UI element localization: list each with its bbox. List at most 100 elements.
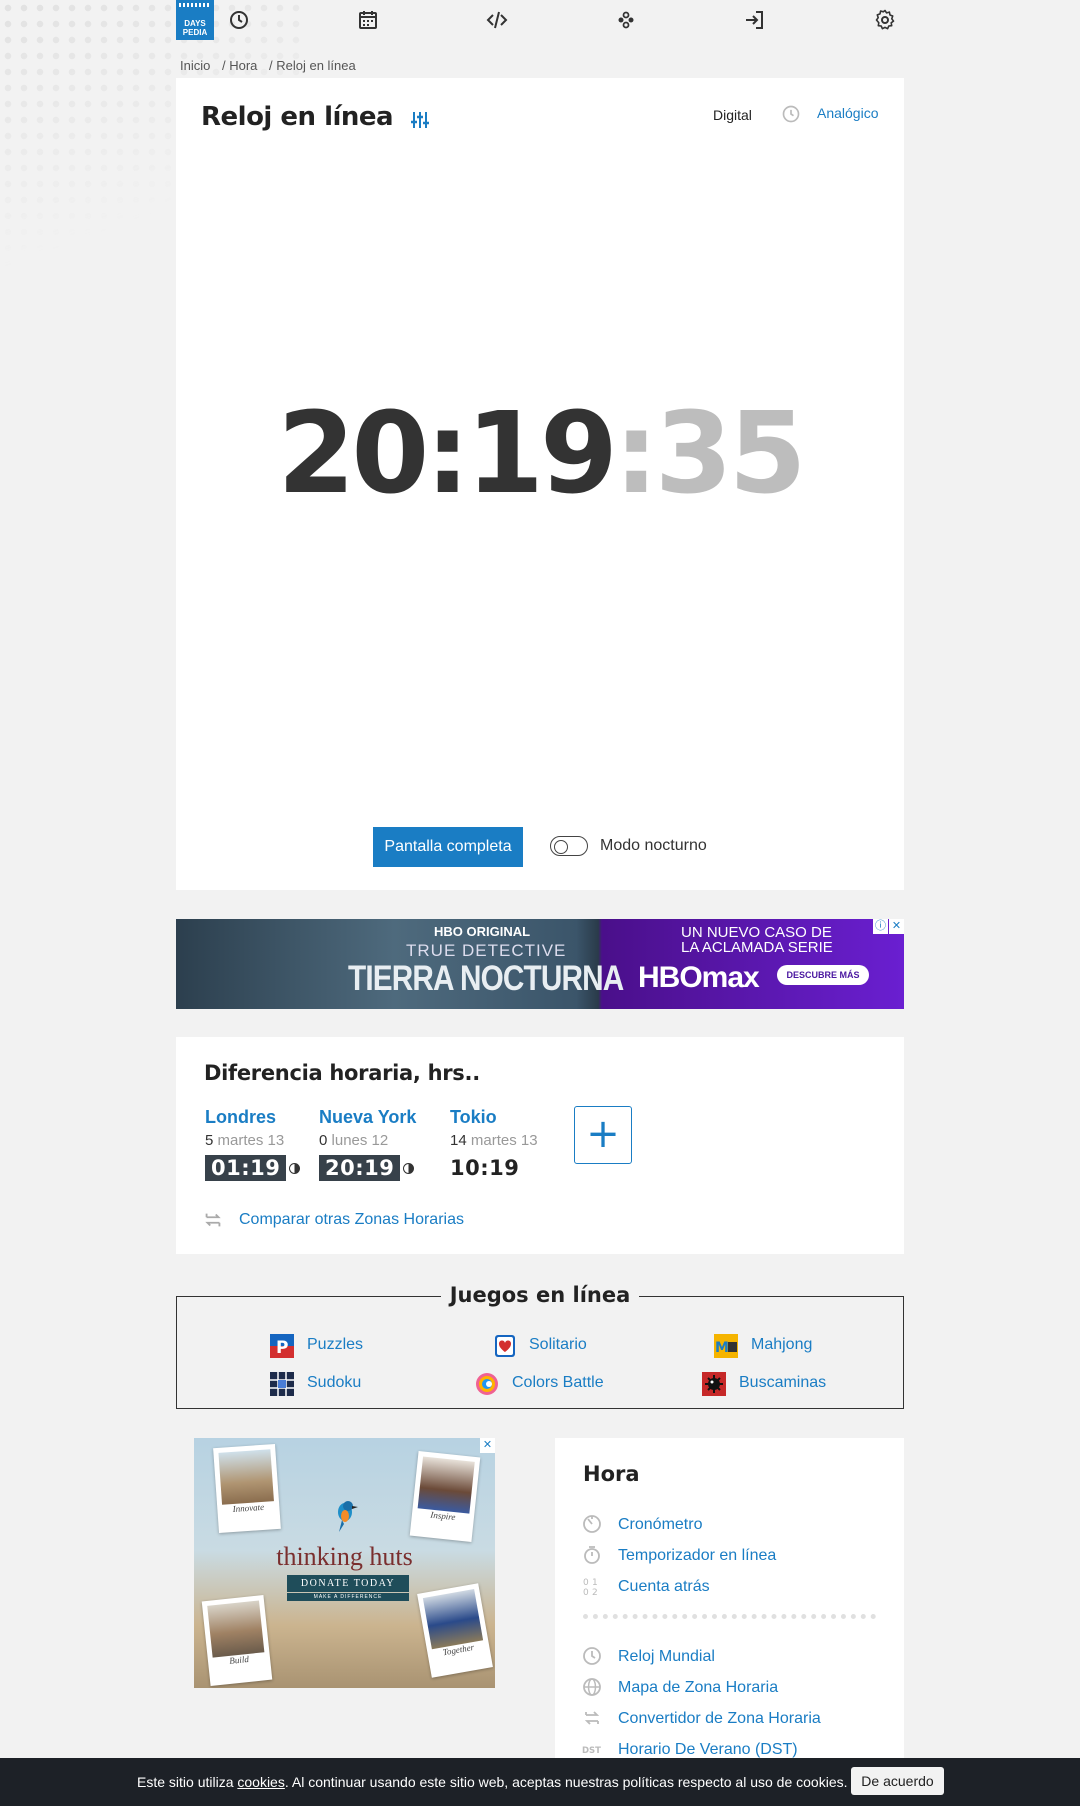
ad-thinking-huts[interactable]: Innovate Inspire Build Together thinking… xyxy=(194,1438,495,1688)
games-icon[interactable] xyxy=(614,8,638,32)
ad-show-line2: TIERRA NOCTURNA xyxy=(348,959,624,998)
game-mahjong-link[interactable]: Mahjong xyxy=(751,1336,812,1354)
time-seconds: :35 xyxy=(613,389,807,519)
ad-tagline: MAKE A DIFFERENCE xyxy=(287,1593,409,1601)
game-solitaire-link[interactable]: Solitario xyxy=(529,1336,587,1354)
game-sudoku-link[interactable]: Sudoku xyxy=(307,1374,361,1392)
ad-photo-build: Build xyxy=(201,1594,273,1687)
online-games-box: Juegos en línea P Puzzles Solitario M Ma… xyxy=(176,1283,904,1409)
svg-text:1: 1 xyxy=(592,1578,598,1588)
login-icon[interactable] xyxy=(743,8,767,32)
svg-text:0: 0 xyxy=(583,1588,589,1596)
svg-text:2: 2 xyxy=(592,1588,598,1596)
cookie-banner: Este sitio utiliza cookies. Al continuar… xyxy=(0,1758,1080,1806)
ad-close-icon[interactable]: ✕ xyxy=(889,919,904,934)
city-tokyo: Tokio 14 martes 13 10:19 xyxy=(450,1107,538,1181)
puzzles-icon: P xyxy=(270,1334,294,1358)
ad-photo-inspire: Inspire xyxy=(409,1450,481,1543)
hora-links-card: Hora Cronómetro Temporizador en línea 01… xyxy=(555,1438,904,1768)
gear-icon[interactable] xyxy=(873,8,897,32)
city-time: 20:19 xyxy=(319,1155,401,1181)
city-new-york: Nueva York 0 lunes 12 20:19 xyxy=(319,1107,416,1181)
game-colors-battle-link[interactable]: Colors Battle xyxy=(512,1374,604,1392)
sidebar-item-mapa-zona[interactable]: Mapa de Zona Horaria xyxy=(618,1679,778,1697)
city-london: Londres 5 martes 13 01:19 xyxy=(205,1107,301,1181)
sidebar-item-cuenta-atras[interactable]: Cuenta atrás xyxy=(618,1578,710,1596)
settings-sliders-icon[interactable] xyxy=(408,108,432,132)
svg-text:DST: DST xyxy=(582,1746,601,1756)
city-offset-day: 14 martes 13 xyxy=(450,1132,538,1149)
city-time: 01:19 xyxy=(205,1155,287,1181)
sudoku-icon xyxy=(270,1372,294,1396)
ad-serie-text: UN NUEVO CASO DE LA ACLAMADA SERIE xyxy=(681,924,833,956)
city-name[interactable]: Londres xyxy=(205,1107,300,1128)
games-title: Juegos en línea xyxy=(440,1283,640,1307)
compare-timezones-link[interactable]: Comparar otras Zonas Horarias xyxy=(239,1211,464,1229)
ad-hbo-original: HBO ORIGINAL xyxy=(434,924,531,939)
ad-brand: thinking huts xyxy=(276,1542,413,1571)
kingfisher-bird-icon xyxy=(338,1501,358,1532)
cookie-message: Este sitio utiliza cookies. Al continuar… xyxy=(137,1774,848,1790)
ad-info-icon[interactable]: ⓘ xyxy=(873,919,888,934)
page-title: Reloj en línea xyxy=(201,102,394,132)
globe-icon xyxy=(583,1678,601,1696)
time-difference-card: Diferencia horaria, hrs.. Londres 5 mart… xyxy=(176,1037,904,1254)
online-clock-card: Reloj en línea Digital Analógico 20:19:3… xyxy=(176,78,904,890)
code-icon[interactable] xyxy=(485,8,509,32)
mode-analog-link[interactable]: Analógico xyxy=(817,105,879,121)
analog-clock-icon xyxy=(782,105,800,123)
time-difference-title: Diferencia horaria, hrs.. xyxy=(204,1061,480,1085)
fullscreen-button[interactable]: Pantalla completa xyxy=(373,827,523,867)
cookies-link[interactable]: cookies xyxy=(237,1774,284,1790)
calendar-icon[interactable] xyxy=(356,8,380,32)
ad-donate-button[interactable]: DONATE TODAY xyxy=(287,1575,409,1592)
accept-cookies-button[interactable]: De acuerdo xyxy=(851,1767,944,1795)
city-offset-day: 5 martes 13 xyxy=(205,1132,285,1149)
night-moon-icon xyxy=(289,1163,301,1174)
digital-time-display: 20:19:35 xyxy=(176,398,904,510)
ad-close-icon[interactable]: ✕ xyxy=(480,1438,495,1453)
sidebar-item-cronometro[interactable]: Cronómetro xyxy=(618,1516,702,1534)
top-navigation: DAYS PEDIA xyxy=(176,0,904,40)
sidebar-item-temporizador[interactable]: Temporizador en línea xyxy=(618,1547,776,1565)
clock-icon[interactable] xyxy=(227,8,251,32)
dst-icon: DST xyxy=(582,1746,601,1756)
minesweeper-icon xyxy=(702,1372,726,1396)
svg-text:0: 0 xyxy=(583,1578,589,1588)
breadcrumb: Inicio / Hora / Reloj en línea xyxy=(180,58,364,73)
ad-photo-innovate: Innovate xyxy=(213,1443,281,1534)
game-puzzles-link[interactable]: Puzzles xyxy=(307,1336,363,1354)
colors-battle-icon xyxy=(476,1373,498,1395)
time-hours-minutes: 20:19 xyxy=(277,389,618,519)
add-city-button[interactable]: + xyxy=(574,1106,632,1164)
countdown-icon: 0 10 2 xyxy=(583,1578,598,1596)
compare-arrows-icon xyxy=(205,1213,221,1227)
breadcrumb-hora[interactable]: / Hora xyxy=(222,58,257,73)
city-name[interactable]: Tokio xyxy=(450,1107,538,1128)
stopwatch-icon xyxy=(583,1515,601,1533)
ad-show-line1: TRUE DETECTIVE xyxy=(406,941,567,960)
ad-hbomax-logo: HBOmax xyxy=(638,961,760,994)
dayspedia-logo[interactable]: DAYS PEDIA xyxy=(176,0,214,40)
ad-cta-button[interactable]: DESCUBRE MÁS xyxy=(777,965,869,985)
breadcrumb-current: / Reloj en línea xyxy=(269,58,356,73)
solitaire-icon xyxy=(495,1335,515,1357)
city-time: 10:19 xyxy=(450,1156,520,1180)
sidebar-item-horario-verano[interactable]: Horario De Verano (DST) xyxy=(618,1741,798,1759)
ad-banner-hbo[interactable]: HBO ORIGINAL TRUE DETECTIVE TIERRA NOCTU… xyxy=(176,919,904,1009)
mahjong-icon: M xyxy=(714,1334,738,1358)
converter-icon xyxy=(584,1711,600,1725)
night-mode-label: Modo nocturno xyxy=(600,837,707,854)
timer-icon xyxy=(584,1546,600,1564)
world-clock-icon xyxy=(583,1647,601,1665)
night-mode-toggle[interactable] xyxy=(550,836,588,856)
svg-text:P: P xyxy=(276,1338,288,1358)
game-minesweeper-link[interactable]: Buscaminas xyxy=(739,1374,826,1392)
mode-digital[interactable]: Digital xyxy=(713,107,752,123)
sidebar-divider xyxy=(583,1614,876,1619)
breadcrumb-home[interactable]: Inicio xyxy=(180,58,210,73)
sidebar-item-reloj-mundial[interactable]: Reloj Mundial xyxy=(618,1648,715,1666)
city-name[interactable]: Nueva York xyxy=(319,1107,416,1128)
ad-photo-together: Together xyxy=(417,1583,493,1678)
sidebar-item-convertidor[interactable]: Convertidor de Zona Horaria xyxy=(618,1710,821,1728)
